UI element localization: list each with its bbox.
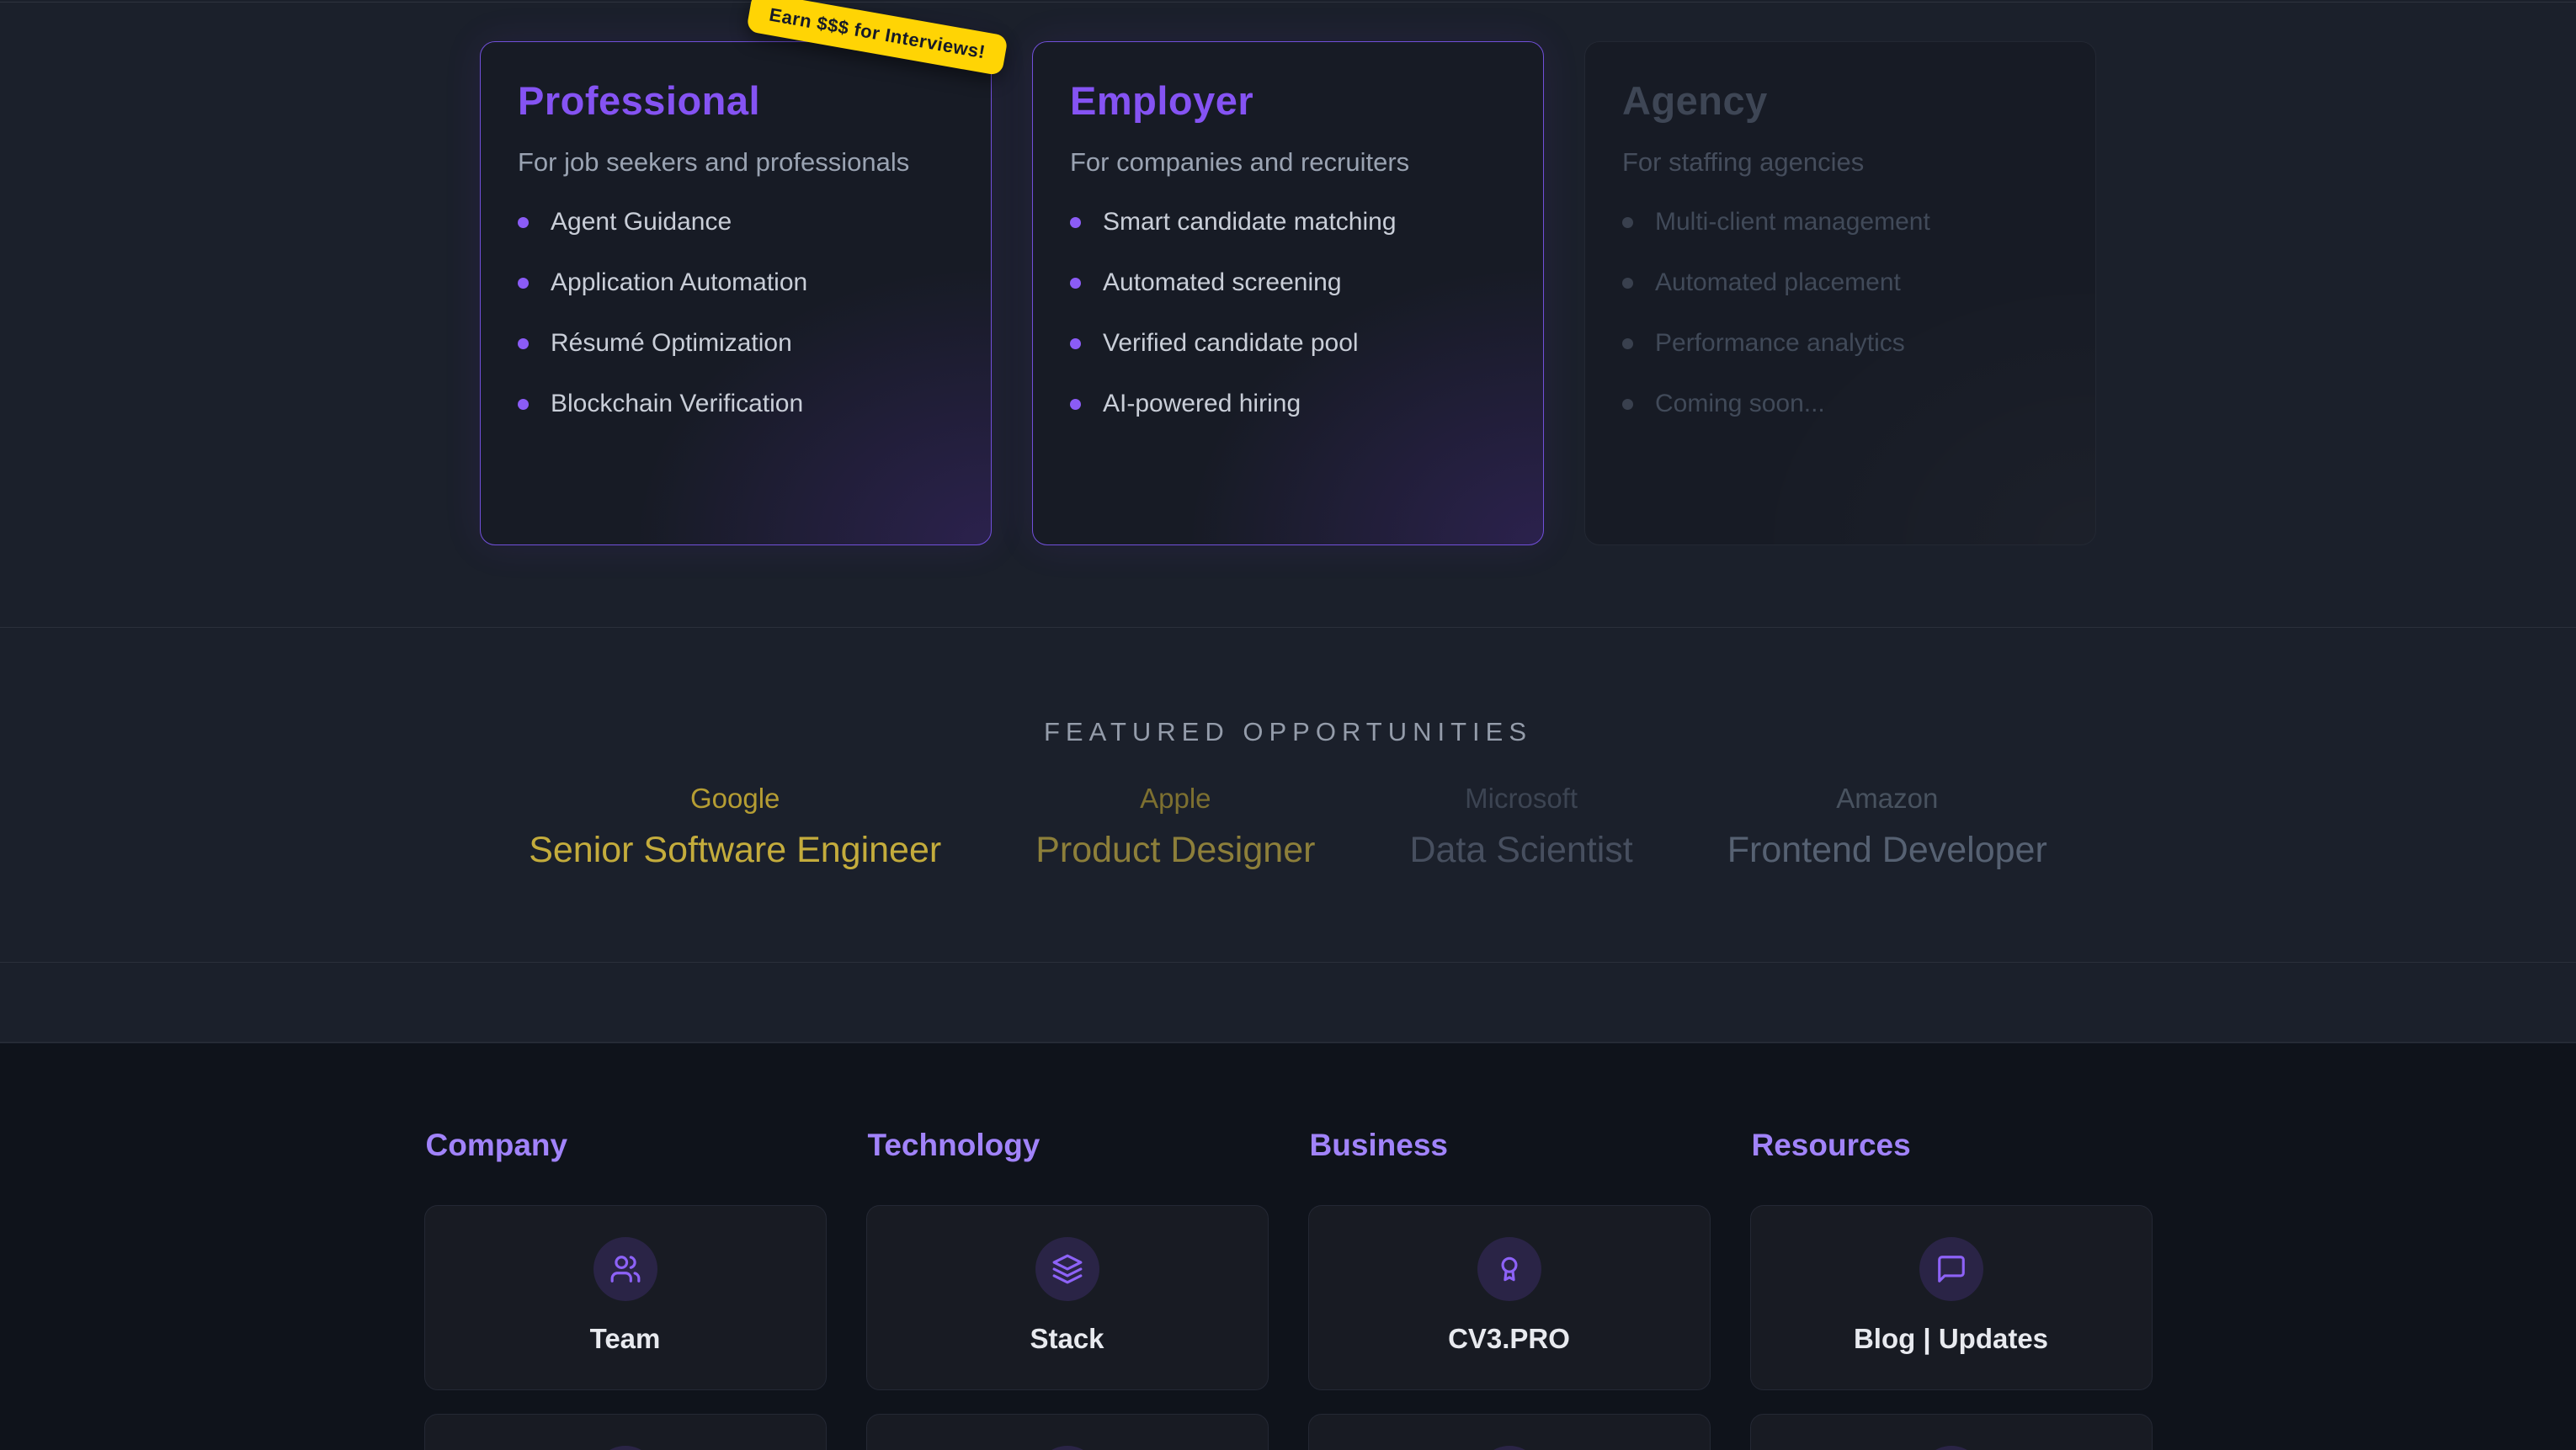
footer-link-icon (1477, 1446, 1541, 1450)
award-icon (1477, 1237, 1541, 1301)
bullet-dot-icon (1622, 278, 1633, 289)
footer-link-icon (1035, 1446, 1099, 1450)
footer-link-label: Blog | Updates (1854, 1323, 2048, 1355)
footer-column-heading: Business (1310, 1128, 1711, 1163)
job-role: Data Scientist (1409, 830, 1632, 871)
footer-column-heading: Company (426, 1128, 827, 1163)
plan-feature: Automated placement (1622, 252, 2058, 313)
featured-heading: FEATURED OPPORTUNITIES (0, 717, 2576, 747)
users-icon (593, 1237, 657, 1301)
plan-feature: Performance analytics (1622, 313, 2058, 374)
footer: Company Team Technology Stack (0, 1044, 2576, 1450)
plan-feature: Verified candidate pool (1070, 313, 1506, 374)
featured-opportunity-apple[interactable]: Apple Product Designer (1035, 783, 1315, 871)
company-name: Google (529, 783, 941, 815)
footer-link-team[interactable]: Team (424, 1205, 827, 1390)
footer-link-label: CV3.PRO (1448, 1323, 1570, 1355)
plan-feature: Coming soon... (1622, 374, 2058, 434)
footer-link-icon (1919, 1446, 1983, 1450)
plan-feature: Application Automation (518, 252, 954, 313)
footer-columns: Company Team Technology Stack (0, 1128, 2576, 1450)
plan-card-employer[interactable]: Employer For companies and recruiters Sm… (1032, 41, 1544, 545)
bullet-dot-icon (1622, 338, 1633, 349)
plan-feature: Blockchain Verification (518, 374, 954, 434)
bullet-dot-icon (518, 217, 529, 228)
plan-feature-list: Smart candidate matching Automated scree… (1070, 192, 1506, 434)
plan-title: Employer (1070, 77, 1506, 124)
footer-link-blog[interactable]: Blog | Updates (1750, 1205, 2153, 1390)
footer-link-cv3pro[interactable]: CV3.PRO (1308, 1205, 1711, 1390)
plan-title: Professional (518, 77, 954, 124)
footer-link-stack[interactable]: Stack (866, 1205, 1269, 1390)
footer-link-label: Team (590, 1323, 661, 1355)
footer-link-next[interactable] (1308, 1414, 1711, 1450)
featured-opportunity-amazon[interactable]: Amazon Frontend Developer (1727, 783, 2047, 871)
featured-opportunity-microsoft[interactable]: Microsoft Data Scientist (1409, 783, 1632, 871)
section-spacer (0, 963, 2576, 1043)
job-role: Frontend Developer (1727, 830, 2047, 871)
plan-feature: Agent Guidance (518, 192, 954, 252)
featured-opportunity-google[interactable]: Google Senior Software Engineer (529, 783, 941, 871)
bullet-dot-icon (1070, 278, 1081, 289)
layers-icon (1035, 1237, 1099, 1301)
plan-feature: Multi-client management (1622, 192, 2058, 252)
plan-feature: Résumé Optimization (518, 313, 954, 374)
footer-column-technology: Technology Stack (866, 1128, 1269, 1450)
bullet-dot-icon (1622, 217, 1633, 228)
plan-title: Agency (1622, 77, 2058, 124)
bullet-dot-icon (518, 338, 529, 349)
featured-carousel: Google Senior Software Engineer Apple Pr… (0, 783, 2576, 871)
bullet-dot-icon (1622, 399, 1633, 410)
bullet-dot-icon (1070, 338, 1081, 349)
plans-section: Earn $$$ for Interviews! Professional Fo… (0, 0, 2576, 628)
plan-feature: Automated screening (1070, 252, 1506, 313)
footer-link-next[interactable] (1750, 1414, 2153, 1450)
footer-link-next[interactable] (866, 1414, 1269, 1450)
footer-link-icon (593, 1446, 657, 1450)
bullet-dot-icon (1070, 399, 1081, 410)
footer-link-label: Stack (1030, 1323, 1104, 1355)
company-name: Microsoft (1409, 783, 1632, 815)
plan-card-agency: Agency For staffing agencies Multi-clien… (1584, 41, 2096, 545)
featured-opportunities-section: FEATURED OPPORTUNITIES Google Senior Sof… (0, 629, 2576, 963)
footer-column-business: Business CV3.PRO (1308, 1128, 1711, 1450)
plan-subtitle: For companies and recruiters (1070, 147, 1506, 178)
plan-subtitle: For job seekers and professionals (518, 147, 954, 178)
company-name: Amazon (1727, 783, 2047, 815)
footer-column-resources: Resources Blog | Updates (1750, 1128, 2153, 1450)
plan-feature-list: Agent Guidance Application Automation Ré… (518, 192, 954, 434)
job-role: Senior Software Engineer (529, 830, 941, 871)
landing-page: Earn $$$ for Interviews! Professional Fo… (0, 0, 2576, 1450)
footer-column-heading: Resources (1752, 1128, 2153, 1163)
bullet-dot-icon (518, 278, 529, 289)
plan-feature: AI-powered hiring (1070, 374, 1506, 434)
plan-card-professional[interactable]: Professional For job seekers and profess… (480, 41, 992, 545)
bullet-dot-icon (518, 399, 529, 410)
message-square-icon (1919, 1237, 1983, 1301)
footer-column-company: Company Team (424, 1128, 827, 1450)
bullet-dot-icon (1070, 217, 1081, 228)
footer-column-heading: Technology (868, 1128, 1269, 1163)
footer-link-next[interactable] (424, 1414, 827, 1450)
company-name: Apple (1035, 783, 1315, 815)
plan-feature: Smart candidate matching (1070, 192, 1506, 252)
job-role: Product Designer (1035, 830, 1315, 871)
plan-subtitle: For staffing agencies (1622, 147, 2058, 178)
plan-feature-list: Multi-client management Automated placem… (1622, 192, 2058, 434)
